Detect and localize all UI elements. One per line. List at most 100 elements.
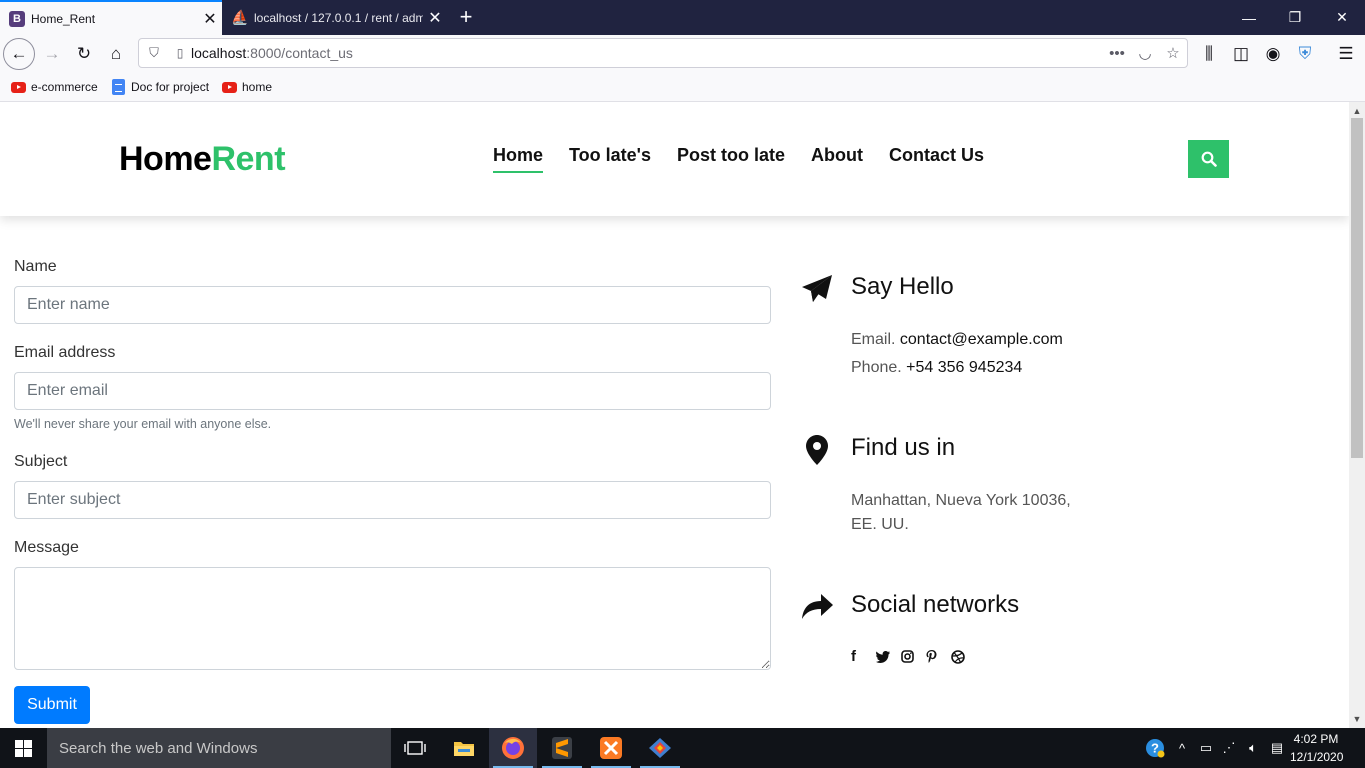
git-tool-icon[interactable] — [636, 728, 684, 768]
close-tab-icon[interactable]: ✕ — [423, 8, 447, 28]
clock-time: 4:02 PM — [1293, 732, 1339, 746]
file-explorer-icon[interactable] — [440, 728, 488, 768]
bookmark-doc-for-project[interactable]: Doc for project — [112, 79, 209, 95]
main-menu: Home Too late's Post too late About Cont… — [493, 145, 1010, 173]
name-input[interactable] — [14, 286, 771, 324]
menu-item-home[interactable]: Home — [493, 145, 544, 173]
facebook-icon[interactable]: f — [851, 648, 876, 665]
clock-date: 12/1/2020 — [1290, 750, 1344, 764]
phpmyadmin-favicon-icon: ⛵ — [231, 9, 249, 25]
paper-plane-icon — [800, 272, 834, 306]
tab-home-rent[interactable]: B Home_Rent ✕ — [0, 0, 222, 35]
start-button[interactable] — [0, 728, 47, 768]
window-close-icon[interactable]: ✕ — [1319, 0, 1365, 35]
firefox-taskbar-icon[interactable] — [489, 728, 537, 768]
windows-logo-icon — [15, 739, 32, 757]
menu-item-contact-us[interactable]: Contact Us — [889, 145, 984, 173]
new-tab-icon[interactable]: + — [453, 4, 479, 30]
message-label: Message — [14, 539, 79, 556]
search-button[interactable] — [1188, 140, 1229, 178]
bookmark-star-icon[interactable]: ☆ — [1159, 44, 1187, 62]
email-label: Email address — [14, 344, 116, 361]
browser-navbar: ← → ↻ ⌂ ⛉ ▯ localhost:8000/contact_us ••… — [0, 35, 1365, 72]
youtube-icon — [222, 81, 237, 93]
logo-part-rent: Rent — [211, 140, 286, 178]
message-textarea[interactable] — [14, 567, 771, 670]
tab-phpmyadmin[interactable]: ⛵ localhost / 127.0.0.1 / rent / adm ✕ — [223, 0, 447, 35]
address-line-1: Manhattan, Nueva York 10036, — [851, 492, 1071, 509]
site-header: HomeRent Home Too late's Post too late A… — [0, 102, 1349, 216]
forward-arrow-icon[interactable]: → — [37, 39, 67, 69]
name-label: Name — [14, 258, 57, 275]
social-title: Social networks — [851, 591, 1020, 618]
bookmark-label: Doc for project — [131, 80, 210, 94]
email-line: Email. contact@example.com — [851, 328, 1063, 352]
tab-strip: B Home_Rent ✕ ⛵ localhost / 127.0.0.1 / … — [0, 0, 1365, 35]
email-input[interactable] — [14, 372, 771, 410]
restore-icon[interactable]: ❐ — [1272, 0, 1318, 35]
home-icon[interactable]: ⌂ — [101, 39, 131, 69]
bootstrap-favicon-icon: B — [9, 10, 25, 27]
map-marker-icon — [800, 433, 834, 467]
bookmarks-toolbar: e-commerce Doc for project home — [0, 72, 1365, 102]
scroll-down-icon[interactable]: ▼ — [1349, 712, 1365, 726]
show-hidden-icons-icon[interactable]: ^ — [1172, 728, 1192, 768]
dribbble-icon[interactable] — [951, 648, 976, 665]
menu-hamburger-icon[interactable]: ☰ — [1331, 39, 1361, 69]
close-tab-icon[interactable]: ✕ — [198, 9, 222, 29]
tab-title: Home_Rent — [31, 11, 96, 26]
back-arrow-icon[interactable]: ← — [3, 38, 35, 70]
xampp-icon[interactable] — [587, 728, 635, 768]
sidebar-icon[interactable]: ◫ — [1226, 39, 1256, 69]
extension-shield-icon[interactable]: ⛨ — [1290, 39, 1320, 69]
menu-item-about[interactable]: About — [811, 145, 863, 173]
page-viewport: HomeRent Home Too late's Post too late A… — [0, 102, 1349, 728]
network-icon[interactable]: ⋰ — [1218, 728, 1240, 768]
url-path: :8000/contact_us — [246, 45, 353, 61]
page-actions-icon[interactable]: ••• — [1103, 45, 1131, 62]
reload-icon[interactable]: ↻ — [69, 39, 99, 69]
task-view-icon[interactable] — [391, 728, 439, 768]
library-icon[interactable]: ⫼ — [1194, 39, 1224, 69]
social-icons: f — [851, 648, 976, 665]
url-host: localhost — [191, 45, 247, 61]
taskbar-clock[interactable]: 4:02 PM 12/1/2020 — [1290, 730, 1344, 766]
sublime-text-icon[interactable] — [538, 728, 586, 768]
account-icon[interactable]: ◉ — [1258, 39, 1288, 69]
volume-icon[interactable]: 🔈︎ — [1242, 728, 1264, 768]
search-icon — [1201, 151, 1217, 167]
say-hello-title: Say Hello — [851, 273, 954, 300]
bookmark-e-commerce[interactable]: e-commerce — [11, 80, 98, 94]
minimize-icon[interactable]: — — [1226, 0, 1272, 35]
share-arrow-icon — [800, 590, 834, 624]
battery-icon[interactable]: ▭ — [1196, 728, 1216, 768]
page-info-icon[interactable]: ▯ — [169, 46, 191, 60]
email-value[interactable]: contact@example.com — [900, 331, 1063, 348]
tab-title: localhost / 127.0.0.1 / rent / adm — [254, 10, 423, 25]
phone-prefix: Phone. — [851, 359, 902, 376]
taskbar-search-box[interactable]: Search the web and Windows — [47, 728, 391, 768]
scroll-thumb[interactable] — [1351, 118, 1363, 458]
find-us-title: Find us in — [851, 434, 956, 461]
subject-input[interactable] — [14, 481, 771, 519]
phone-line: Phone. +54 356 945234 — [851, 356, 1022, 380]
bookmark-home[interactable]: home — [222, 80, 272, 94]
page-scrollbar[interactable]: ▲ ▼ — [1349, 102, 1365, 728]
menu-item-post-too-late[interactable]: Post too late — [677, 145, 785, 173]
logo-part-home: Home — [119, 140, 212, 178]
bookmark-label: home — [242, 80, 273, 94]
help-icon[interactable]: ? — [1143, 728, 1167, 768]
pinterest-icon[interactable] — [926, 648, 951, 665]
instagram-icon[interactable] — [901, 648, 926, 665]
twitter-icon[interactable] — [876, 648, 901, 665]
site-logo[interactable]: HomeRent — [119, 140, 286, 179]
action-center-icon[interactable]: ▤ — [1266, 728, 1288, 768]
youtube-icon — [11, 81, 26, 93]
submit-button[interactable]: Submit — [14, 686, 90, 724]
phone-value[interactable]: +54 356 945234 — [906, 359, 1022, 376]
scroll-up-icon[interactable]: ▲ — [1349, 104, 1365, 118]
tracking-shield-icon[interactable]: ⛉ — [139, 45, 169, 61]
pocket-icon[interactable]: ◡ — [1131, 44, 1159, 62]
address-bar[interactable]: ⛉ ▯ localhost:8000/contact_us ••• ◡ ☆ — [138, 38, 1188, 68]
menu-item-too-lates[interactable]: Too late's — [569, 145, 651, 173]
